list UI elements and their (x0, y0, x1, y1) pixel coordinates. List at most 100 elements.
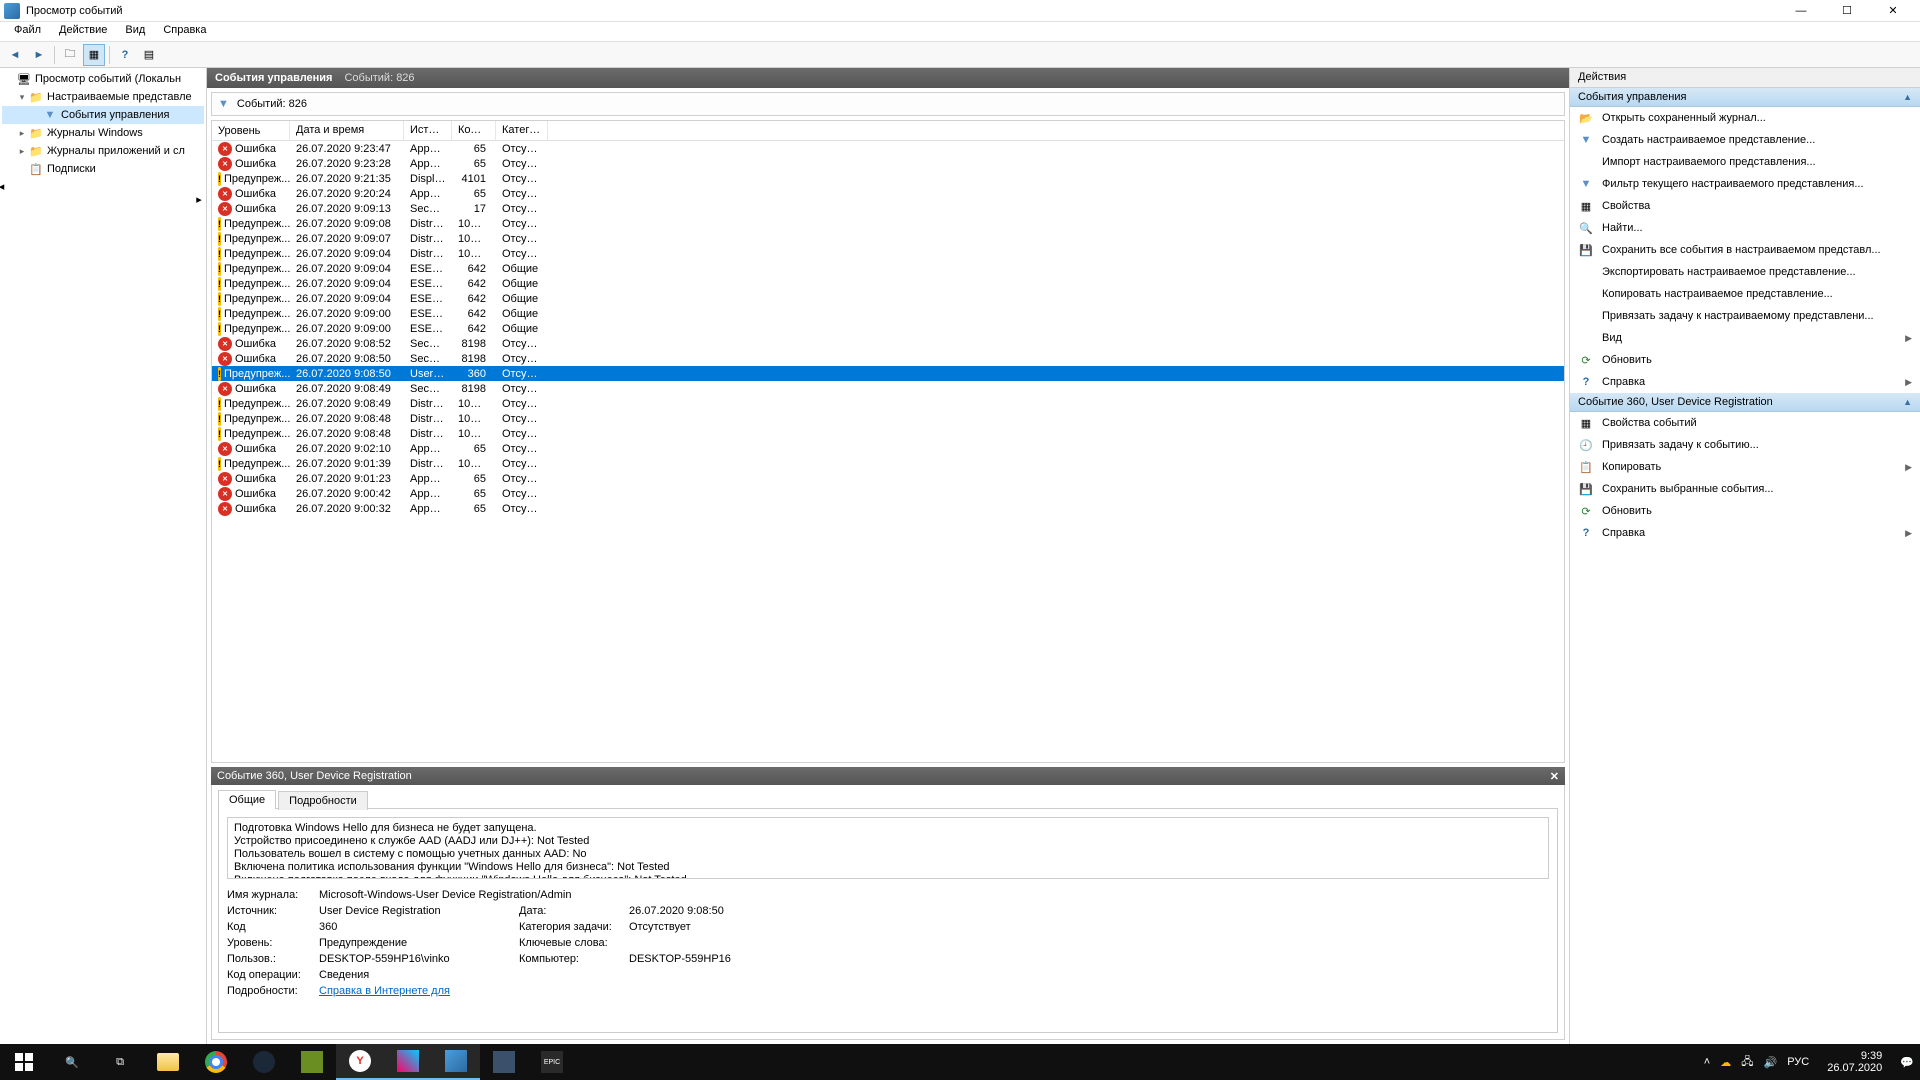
yandex-button[interactable]: Y (336, 1044, 384, 1080)
action-copy-view[interactable]: Копировать настраиваемое представление..… (1570, 283, 1920, 305)
event-row[interactable]: Предупреж...26.07.2020 9:09:07Distrib...… (212, 231, 1564, 246)
event-row[interactable]: Предупреж...26.07.2020 9:09:04ESENT642Об… (212, 276, 1564, 291)
regedit-button[interactable] (480, 1044, 528, 1080)
col-category[interactable]: Катего... (496, 121, 548, 140)
event-row[interactable]: Ошибка26.07.2020 9:00:42AppM...65Отсутс.… (212, 486, 1564, 501)
event-row[interactable]: Ошибка26.07.2020 9:20:24AppM...65Отсутс.… (212, 186, 1564, 201)
event-row[interactable]: Предупреж...26.07.2020 9:08:50User D...3… (212, 366, 1564, 381)
system-tray: ˄ ☁ 🖧 🔊 РУС 9:39 26.07.2020 💬 (1704, 1050, 1920, 1074)
explorer-button[interactable] (144, 1044, 192, 1080)
menu-help[interactable]: Справка (155, 22, 214, 41)
close-button[interactable]: ✕ (1870, 0, 1916, 22)
tray-notifications-icon[interactable]: 💬 (1900, 1056, 1914, 1069)
event-row[interactable]: Ошибка26.07.2020 9:08:50Securit...8198От… (212, 351, 1564, 366)
help-icon[interactable]: ? (114, 44, 136, 66)
event-row[interactable]: Предупреж...26.07.2020 9:09:04Distrib...… (212, 246, 1564, 261)
actions-section-1[interactable]: События управления▲ (1570, 88, 1920, 107)
action-refresh-event[interactable]: ⟳Обновить (1570, 500, 1920, 522)
action-create-view[interactable]: ▼Создать настраиваемое представление... (1570, 129, 1920, 151)
event-row[interactable]: Предупреж...26.07.2020 9:09:04ESENT642Об… (212, 291, 1564, 306)
tree-subscriptions[interactable]: 📋Подписки (2, 160, 204, 178)
event-row[interactable]: Ошибка26.07.2020 9:00:32AppM...65Отсутс.… (212, 501, 1564, 516)
tree-hscroll[interactable]: ◂▸ (0, 180, 206, 206)
tab-general[interactable]: Общие (218, 790, 276, 809)
action-attach-task-view[interactable]: Привязать задачу к настраиваемому предст… (1570, 305, 1920, 327)
action-save-all[interactable]: 💾Сохранить все события в настраиваемом п… (1570, 239, 1920, 261)
paint-button[interactable] (384, 1044, 432, 1080)
tray-clock[interactable]: 9:39 26.07.2020 (1819, 1050, 1890, 1074)
action-save-selected[interactable]: 💾Сохранить выбранные события... (1570, 478, 1920, 500)
forward-button[interactable]: ► (28, 44, 50, 66)
event-row[interactable]: Предупреж...26.07.2020 9:09:00ESENT642Об… (212, 321, 1564, 336)
minecraft-button[interactable] (288, 1044, 336, 1080)
col-level[interactable]: Уровень (212, 121, 290, 140)
menu-view[interactable]: Вид (117, 22, 153, 41)
actions-pane: Действия События управления▲ 📂Открыть со… (1570, 68, 1920, 1044)
back-button[interactable]: ◄ (4, 44, 26, 66)
action-import-view[interactable]: Импорт настраиваемого представления... (1570, 151, 1920, 173)
event-row[interactable]: Предупреж...26.07.2020 9:08:49Distrib...… (212, 396, 1564, 411)
tab-details[interactable]: Подробности (278, 791, 368, 810)
action-properties[interactable]: ▦Свойства (1570, 195, 1920, 217)
event-row[interactable]: Ошибка26.07.2020 9:01:23AppM...65Отсутс.… (212, 471, 1564, 486)
menu-file[interactable]: Файл (6, 22, 49, 41)
show-tree-button[interactable]: 🗀 (59, 44, 81, 66)
action-copy-event[interactable]: 📋Копировать▶ (1570, 456, 1920, 478)
event-row[interactable]: Предупреж...26.07.2020 9:09:00ESENT642Об… (212, 306, 1564, 321)
action-help-event[interactable]: ?Справка▶ (1570, 522, 1920, 544)
action-filter-view[interactable]: ▼Фильтр текущего настраиваемого представ… (1570, 173, 1920, 195)
minimize-button[interactable]: — (1778, 0, 1824, 22)
tray-volume-icon[interactable]: 🔊 (1764, 1056, 1778, 1069)
action-refresh[interactable]: ⟳Обновить (1570, 349, 1920, 371)
event-row[interactable]: Предупреж...26.07.2020 9:09:04ESENT642Об… (212, 261, 1564, 276)
eventviewer-button[interactable] (432, 1044, 480, 1080)
action-attach-task-event[interactable]: 🕘Привязать задачу к событию... (1570, 434, 1920, 456)
menu-action[interactable]: Действие (51, 22, 115, 41)
event-row[interactable]: Предупреж...26.07.2020 9:08:48Distrib...… (212, 411, 1564, 426)
search-button[interactable]: 🔍 (48, 1044, 96, 1080)
event-row[interactable]: Ошибка26.07.2020 9:09:13Securit...17Отсу… (212, 201, 1564, 216)
col-eventid[interactable]: Код со... (452, 121, 496, 140)
event-row[interactable]: Предупреж...26.07.2020 9:09:08Distrib...… (212, 216, 1564, 231)
col-source[interactable]: Источ... (404, 121, 452, 140)
tree-app-logs[interactable]: ▸📁Журналы приложений и сл (2, 142, 204, 160)
event-row[interactable]: Предупреж...26.07.2020 9:01:39Distrib...… (212, 456, 1564, 471)
steam-button[interactable] (240, 1044, 288, 1080)
action-find[interactable]: 🔍Найти... (1570, 217, 1920, 239)
actions-section-2[interactable]: Событие 360, User Device Registration▲ (1570, 393, 1920, 412)
grid-body[interactable]: Ошибка26.07.2020 9:23:47AppM...65Отсутс.… (212, 141, 1564, 762)
action-export-view[interactable]: Экспортировать настраиваемое представлен… (1570, 261, 1920, 283)
tree-root[interactable]: 🖥Просмотр событий (Локальн (2, 70, 204, 88)
start-button[interactable] (0, 1044, 48, 1080)
action-help[interactable]: ?Справка▶ (1570, 371, 1920, 393)
taskview-button[interactable]: ⧉ (96, 1044, 144, 1080)
event-row[interactable]: Ошибка26.07.2020 9:23:28AppM...65Отсутс.… (212, 156, 1564, 171)
action-view[interactable]: Вид▶ (1570, 327, 1920, 349)
event-row[interactable]: Предупреж...26.07.2020 9:21:35Display410… (212, 171, 1564, 186)
maximize-button[interactable]: ☐ (1824, 0, 1870, 22)
event-row[interactable]: Ошибка26.07.2020 9:23:47AppM...65Отсутс.… (212, 141, 1564, 156)
epic-button[interactable]: EPIC (528, 1044, 576, 1080)
tray-onedrive-icon[interactable]: ☁ (1720, 1056, 1731, 1069)
event-row[interactable]: Ошибка26.07.2020 9:08:49Securit...8198От… (212, 381, 1564, 396)
tray-language[interactable]: РУС (1787, 1056, 1809, 1068)
col-date[interactable]: Дата и время (290, 121, 404, 140)
tray-network-icon[interactable]: 🖧 (1741, 1053, 1753, 1072)
event-row[interactable]: Ошибка26.07.2020 9:08:52Securit...8198От… (212, 336, 1564, 351)
toolbar-unknown-icon[interactable]: ▤ (138, 44, 160, 66)
event-row[interactable]: Ошибка26.07.2020 9:02:10AppM...65Отсутс.… (212, 441, 1564, 456)
toolbar-view-icon[interactable]: ▦ (83, 44, 105, 66)
action-open-log[interactable]: 📂Открыть сохраненный журнал... (1570, 107, 1920, 129)
tree-windows-logs[interactable]: ▸📁Журналы Windows (2, 124, 204, 142)
detail-help-link[interactable]: Справка в Интернете для (319, 985, 450, 997)
event-row[interactable]: Предупреж...26.07.2020 9:08:48Distrib...… (212, 426, 1564, 441)
action-event-properties[interactable]: ▦Свойства событий (1570, 412, 1920, 434)
event-description[interactable]: Подготовка Windows Hello для бизнеса не … (227, 817, 1549, 879)
detail-close-button[interactable]: ✕ (1550, 770, 1559, 783)
collapse-icon[interactable]: ▲ (1903, 397, 1912, 407)
collapse-icon[interactable]: ▲ (1903, 92, 1912, 102)
tree-admin-events[interactable]: ▼События управления (2, 106, 204, 124)
tree-custom-views[interactable]: ▾📁Настраиваемые представле (2, 88, 204, 106)
tray-chevron-icon[interactable]: ˄ (1704, 1056, 1710, 1068)
chrome-button[interactable] (192, 1044, 240, 1080)
